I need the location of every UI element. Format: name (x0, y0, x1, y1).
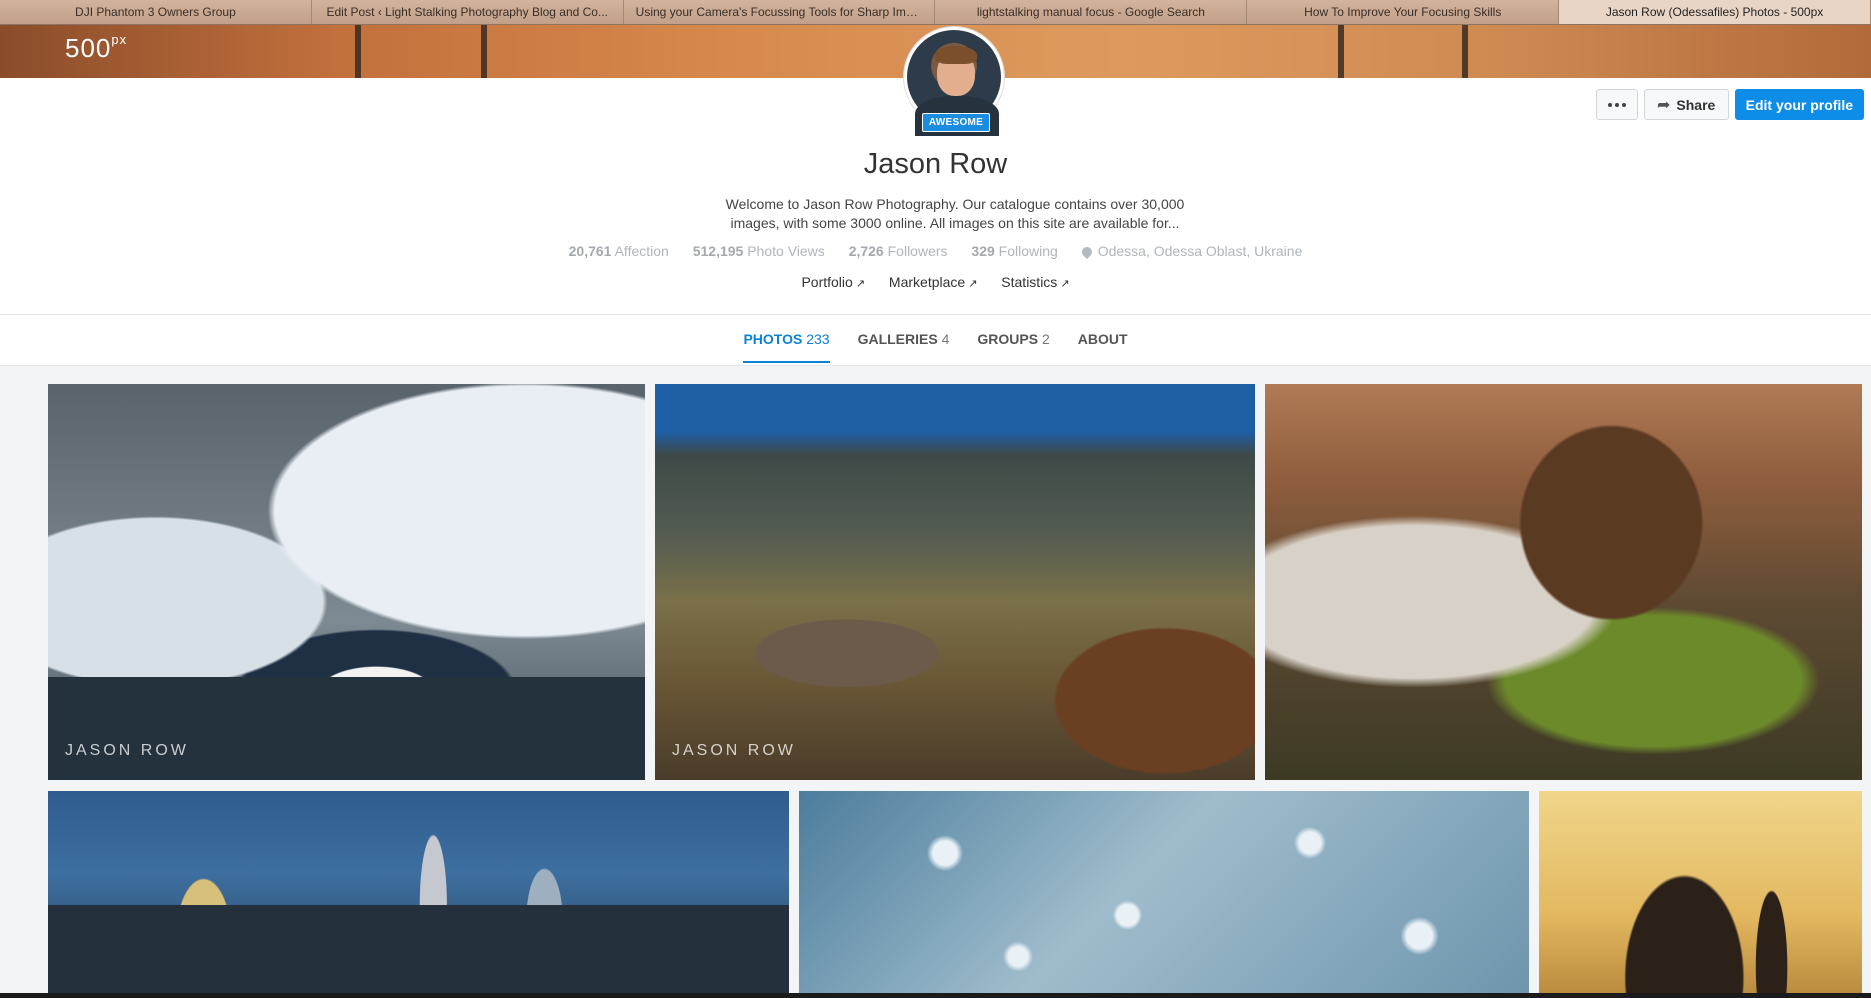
marketplace-link[interactable]: Marketplace ↗ (889, 274, 977, 290)
profile-tabs: PHOTOS 233 GALLERIES 4 GROUPS 2 ABOUT (0, 315, 1871, 366)
browser-tab[interactable]: lightstalking manual focus - Google Sear… (935, 0, 1248, 24)
awesome-badge: AWESOME (922, 113, 990, 132)
share-arrow-icon: ➦ (1656, 96, 1671, 114)
logo-sup: px (111, 32, 128, 48)
avatar[interactable] (904, 27, 1004, 136)
photo-thumbnail[interactable] (799, 791, 1529, 998)
browser-tab[interactable]: DJI Phantom 3 Owners Group (0, 0, 312, 24)
external-link-icon: ↗ (1060, 278, 1070, 290)
cover-post (1462, 25, 1468, 78)
stat-followers[interactable]: 2,726 Followers (849, 243, 948, 259)
tab-about[interactable]: ABOUT (1078, 331, 1128, 363)
photo-thumbnail[interactable] (1265, 384, 1862, 780)
share-button[interactable]: ➦ Share (1643, 89, 1729, 120)
profile-name: Jason Row (863, 148, 1008, 180)
statistics-link[interactable]: Statistics ↗ (1001, 274, 1069, 290)
stat-following[interactable]: 329 Following (971, 243, 1057, 259)
500px-logo[interactable]: 500px (65, 32, 128, 64)
browser-tab[interactable]: Edit Post ‹ Light Stalking Photography B… (311, 0, 624, 24)
photo-thumbnail[interactable]: JASON ROW (48, 384, 645, 780)
cover-post (1338, 25, 1344, 78)
location-pin-icon (1079, 244, 1094, 260)
edit-profile-button[interactable]: Edit your profile (1734, 89, 1864, 120)
profile-bio: Welcome to Jason Row Photography. Our ca… (725, 196, 1185, 231)
browser-tab-active[interactable]: Jason Row (Odessafiles) Photos - 500px (1559, 0, 1871, 24)
browser-tab[interactable]: Using your Camera's Focussing Tools for … (623, 0, 936, 24)
external-link-icon: ↗ (968, 278, 978, 290)
more-options-button[interactable] (1595, 89, 1638, 120)
profile-stats: 20,761 Affection 512,195 Photo Views 2,7… (0, 243, 1871, 260)
logo-text: 500 (65, 33, 112, 63)
photo-thumbnail[interactable] (48, 791, 789, 998)
stat-affection: 20,761 Affection (568, 243, 669, 259)
photo-watermark: JASON ROW (672, 742, 796, 759)
cover-post (355, 25, 361, 78)
photo-thumbnail[interactable] (1539, 791, 1862, 998)
photo-watermark: JASON ROW (65, 742, 189, 759)
window-bottom-edge (0, 993, 1871, 998)
external-link-icon: ↗ (855, 278, 866, 290)
browser-tab-bar: DJI Phantom 3 Owners Group Edit Post ‹ L… (0, 0, 1871, 25)
browser-tab[interactable]: How To Improve Your Focusing Skills (1247, 0, 1560, 24)
cover-post (481, 25, 487, 78)
tab-groups[interactable]: GROUPS 2 (977, 331, 1049, 363)
profile-actions: ➦ Share Edit your profile (1595, 89, 1864, 120)
profile-location: Odessa, Odessa Oblast, Ukraine (1079, 243, 1302, 260)
stat-photo-views: 512,195 Photo Views (692, 243, 825, 259)
ellipsis-icon (1607, 102, 1626, 107)
photo-thumbnail[interactable]: JASON ROW (655, 384, 1255, 780)
portfolio-link[interactable]: Portfolio ↗ (801, 274, 865, 290)
tab-galleries[interactable]: GALLERIES 4 (858, 331, 950, 363)
tab-photos[interactable]: PHOTOS 233 (743, 331, 830, 363)
profile-links: Portfolio ↗ Marketplace ↗ Statistics ↗ (0, 274, 1871, 290)
share-label: Share (1676, 96, 1716, 113)
